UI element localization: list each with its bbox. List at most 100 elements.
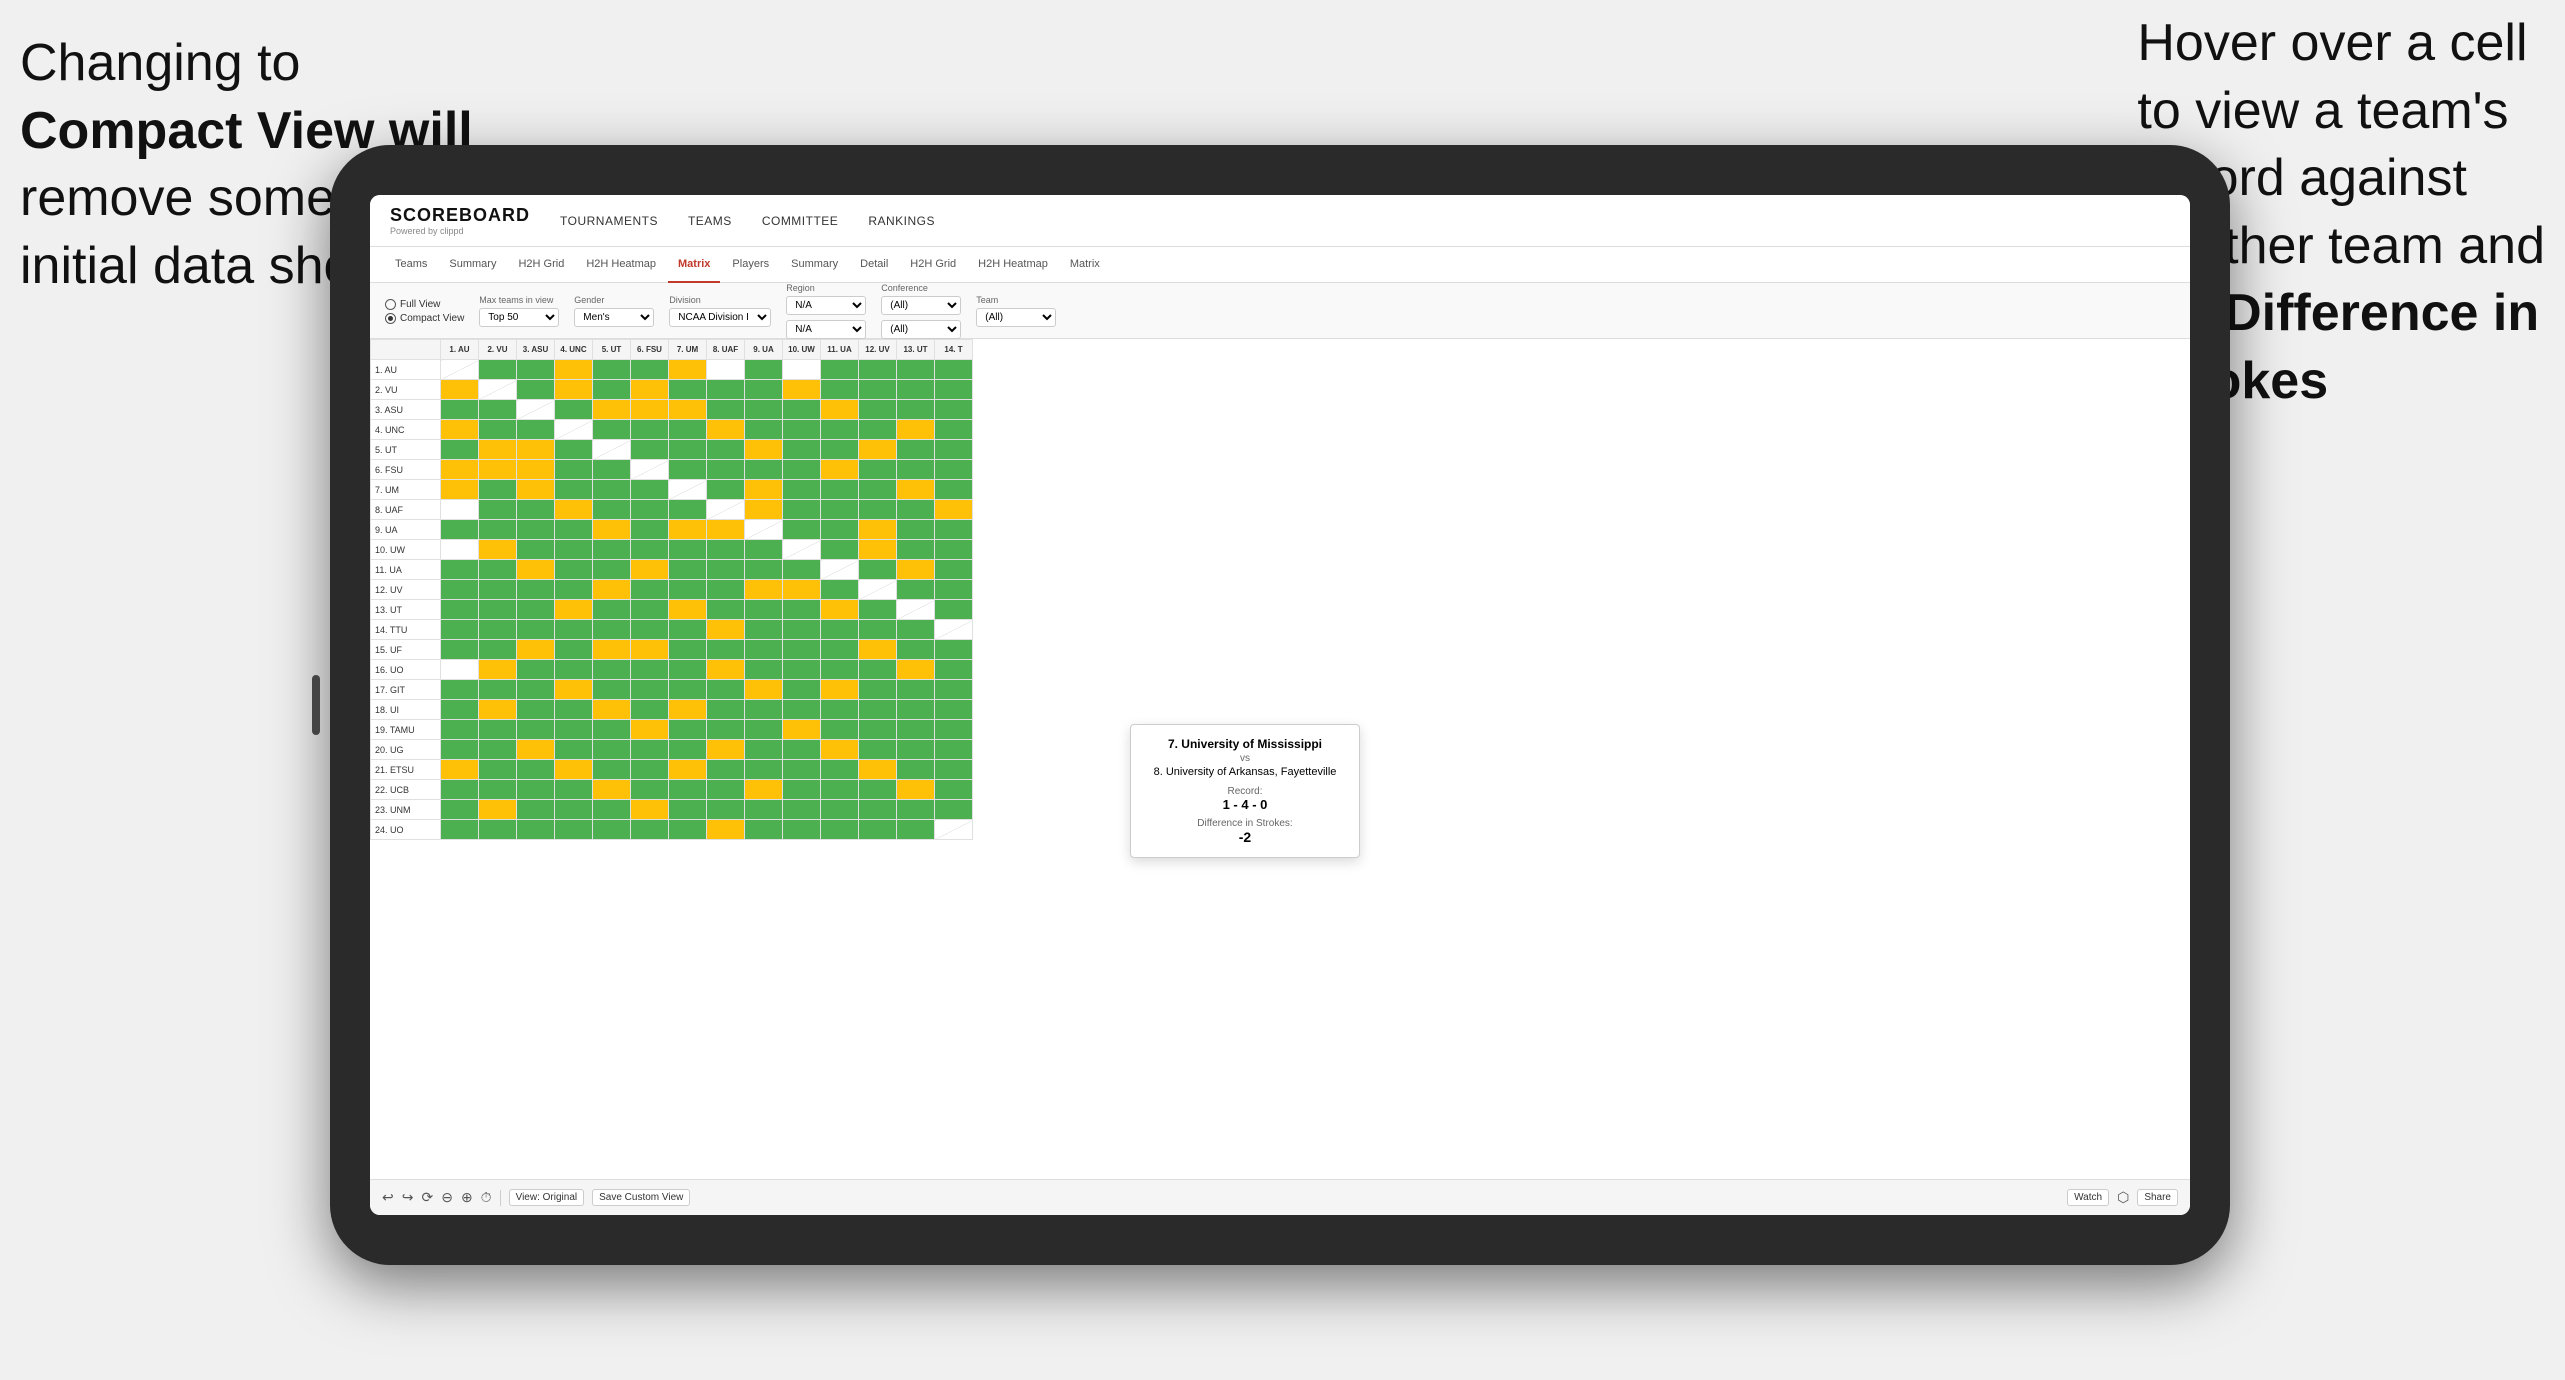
matrix-cell[interactable] — [555, 620, 593, 640]
matrix-cell[interactable] — [935, 800, 973, 820]
matrix-cell[interactable] — [479, 360, 517, 380]
matrix-cell[interactable] — [593, 480, 631, 500]
matrix-cell[interactable] — [859, 560, 897, 580]
matrix-cell[interactable] — [897, 520, 935, 540]
matrix-cell[interactable] — [593, 580, 631, 600]
matrix-cell[interactable] — [669, 600, 707, 620]
matrix-cell[interactable] — [897, 540, 935, 560]
matrix-cell[interactable] — [479, 700, 517, 720]
matrix-cell[interactable] — [593, 600, 631, 620]
matrix-cell[interactable] — [631, 400, 669, 420]
zoom-in-icon[interactable]: ⊕ — [461, 1189, 473, 1206]
matrix-cell[interactable] — [479, 500, 517, 520]
matrix-cell[interactable] — [517, 480, 555, 500]
matrix-cell[interactable] — [745, 500, 783, 520]
matrix-cell[interactable] — [555, 520, 593, 540]
matrix-cell[interactable] — [441, 740, 479, 760]
full-view-option[interactable]: Full View — [385, 299, 464, 310]
matrix-cell[interactable] — [669, 420, 707, 440]
matrix-cell[interactable] — [935, 480, 973, 500]
matrix-cell[interactable] — [669, 540, 707, 560]
matrix-cell[interactable] — [593, 620, 631, 640]
matrix-cell[interactable] — [935, 640, 973, 660]
matrix-cell[interactable] — [517, 660, 555, 680]
matrix-cell[interactable] — [631, 620, 669, 640]
matrix-cell[interactable] — [783, 800, 821, 820]
tab-summary-2[interactable]: Summary — [781, 247, 848, 283]
tab-players[interactable]: Players — [722, 247, 779, 283]
matrix-cell[interactable] — [555, 700, 593, 720]
matrix-cell[interactable] — [935, 520, 973, 540]
matrix-cell[interactable] — [783, 700, 821, 720]
matrix-cell[interactable] — [859, 580, 897, 600]
tab-matrix-2[interactable]: Matrix — [1060, 247, 1110, 283]
matrix-cell[interactable] — [593, 380, 631, 400]
tab-h2h-grid-1[interactable]: H2H Grid — [508, 247, 574, 283]
matrix-cell[interactable] — [821, 620, 859, 640]
matrix-cell[interactable] — [821, 580, 859, 600]
matrix-cell[interactable] — [859, 780, 897, 800]
max-teams-select[interactable]: Top 50 — [479, 308, 559, 327]
matrix-cell[interactable] — [783, 440, 821, 460]
matrix-cell[interactable] — [897, 440, 935, 460]
matrix-cell[interactable] — [517, 520, 555, 540]
matrix-cell[interactable] — [631, 800, 669, 820]
matrix-cell[interactable] — [745, 580, 783, 600]
tab-detail[interactable]: Detail — [850, 247, 898, 283]
matrix-cell[interactable] — [859, 760, 897, 780]
matrix-cell[interactable] — [479, 400, 517, 420]
matrix-cell[interactable] — [783, 400, 821, 420]
matrix-cell[interactable] — [783, 480, 821, 500]
matrix-cell[interactable] — [745, 800, 783, 820]
share-icon[interactable]: ⬡ — [2117, 1189, 2129, 1206]
matrix-cell[interactable] — [821, 640, 859, 660]
matrix-cell[interactable] — [745, 820, 783, 840]
matrix-cell[interactable] — [631, 600, 669, 620]
matrix-cell[interactable] — [593, 460, 631, 480]
matrix-cell[interactable] — [631, 680, 669, 700]
matrix-cell[interactable] — [631, 520, 669, 540]
matrix-cell[interactable] — [555, 420, 593, 440]
matrix-cell[interactable] — [517, 680, 555, 700]
matrix-cell[interactable] — [479, 780, 517, 800]
matrix-cell[interactable] — [479, 380, 517, 400]
matrix-cell[interactable] — [631, 420, 669, 440]
matrix-cell[interactable] — [669, 560, 707, 580]
matrix-cell[interactable] — [859, 400, 897, 420]
matrix-cell[interactable] — [555, 560, 593, 580]
matrix-cell[interactable] — [897, 820, 935, 840]
matrix-cell[interactable] — [517, 460, 555, 480]
matrix-cell[interactable] — [669, 440, 707, 460]
nav-teams[interactable]: TEAMS — [688, 214, 732, 228]
matrix-cell[interactable] — [669, 800, 707, 820]
matrix-cell[interactable] — [555, 580, 593, 600]
matrix-cell[interactable] — [555, 460, 593, 480]
matrix-cell[interactable] — [555, 380, 593, 400]
matrix-cell[interactable] — [707, 740, 745, 760]
matrix-cell[interactable] — [745, 720, 783, 740]
nav-tournaments[interactable]: TOURNAMENTS — [560, 214, 658, 228]
region-select[interactable]: N/A — [786, 296, 866, 315]
matrix-cell[interactable] — [707, 420, 745, 440]
matrix-cell[interactable] — [593, 360, 631, 380]
matrix-cell[interactable] — [707, 540, 745, 560]
matrix-cell[interactable] — [783, 720, 821, 740]
matrix-cell[interactable] — [935, 700, 973, 720]
matrix-cell[interactable] — [821, 380, 859, 400]
matrix-cell[interactable] — [441, 800, 479, 820]
matrix-cell[interactable] — [441, 440, 479, 460]
matrix-cell[interactable] — [555, 480, 593, 500]
matrix-cell[interactable] — [441, 380, 479, 400]
matrix-cell[interactable] — [821, 420, 859, 440]
matrix-cell[interactable] — [783, 740, 821, 760]
matrix-cell[interactable] — [593, 760, 631, 780]
matrix-cell[interactable] — [479, 420, 517, 440]
matrix-cell[interactable] — [593, 400, 631, 420]
matrix-cell[interactable] — [631, 360, 669, 380]
matrix-cell[interactable] — [555, 720, 593, 740]
matrix-cell[interactable] — [517, 620, 555, 640]
matrix-cell[interactable] — [935, 780, 973, 800]
matrix-cell[interactable] — [441, 720, 479, 740]
matrix-cell[interactable] — [669, 820, 707, 840]
matrix-cell[interactable] — [479, 660, 517, 680]
